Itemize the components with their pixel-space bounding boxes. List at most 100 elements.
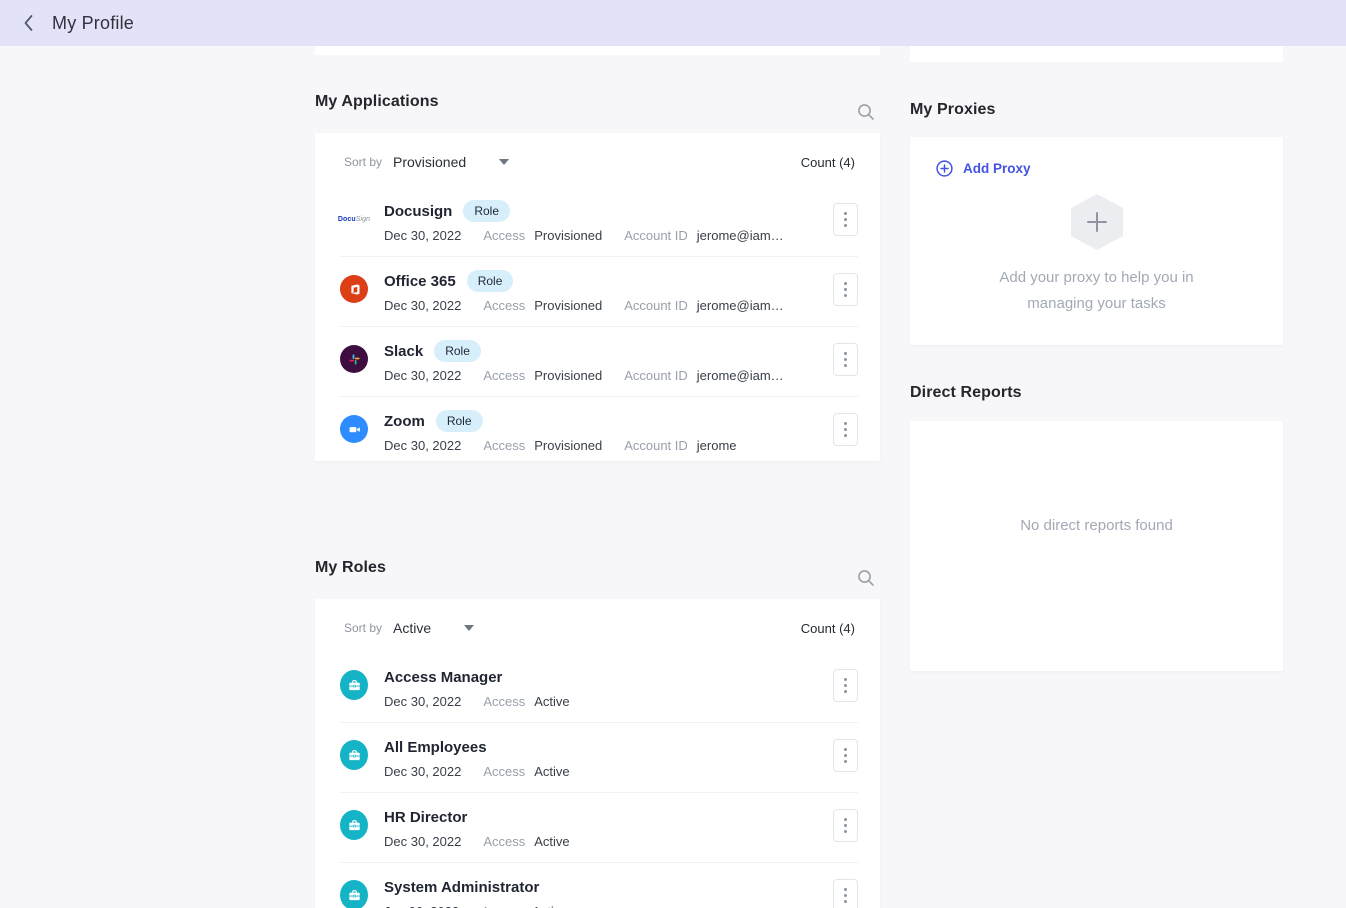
access-label: Access xyxy=(481,904,523,908)
role-name: System Administrator xyxy=(384,879,539,896)
role-badge: Role xyxy=(463,200,510,222)
account-id-value: jerome xyxy=(697,438,737,453)
role-briefcase-icon xyxy=(340,741,368,769)
role-row-access-manager[interactable]: Access Manager Dec 30, 2022 Access Activ… xyxy=(340,653,858,723)
account-id-label: Account ID xyxy=(624,438,688,453)
access-label: Access xyxy=(483,298,525,313)
access-value: Provisioned xyxy=(534,438,602,453)
application-name: Slack xyxy=(384,343,423,360)
application-meta: Dec 30, 2022 Access Provisioned Account … xyxy=(384,368,833,383)
row-menu-button[interactable] xyxy=(833,273,858,306)
hexagon-plus-icon xyxy=(1071,194,1123,250)
role-date: Dec 30, 2022 xyxy=(384,694,461,709)
access-value: Provisioned xyxy=(534,228,602,243)
row-menu-button[interactable] xyxy=(833,203,858,236)
access-label: Access xyxy=(483,764,525,779)
role-meta: Dec 30, 2022 Access Active xyxy=(384,834,833,849)
add-proxy-button[interactable]: Add Proxy xyxy=(910,137,1031,177)
roles-search-icon[interactable] xyxy=(857,569,875,587)
applications-card-header: Sort by Provisioned Count (4) xyxy=(315,133,880,187)
access-label: Access xyxy=(483,438,525,453)
page-title: My Profile xyxy=(52,13,134,34)
row-menu-button[interactable] xyxy=(833,739,858,772)
account-id-label: Account ID xyxy=(624,228,688,243)
zoom-logo-icon xyxy=(340,415,368,443)
roles-sort-dropdown[interactable]: Active xyxy=(393,620,431,636)
access-label: Access xyxy=(483,368,525,383)
role-badge: Role xyxy=(467,270,514,292)
role-meta: Dec 30, 2022 Access Active xyxy=(384,694,833,709)
applications-section-title: My Applications xyxy=(315,93,439,111)
application-meta: Dec 30, 2022 Access Provisioned Account … xyxy=(384,438,833,453)
account-id-label: Account ID xyxy=(624,298,688,313)
proxies-card: Add Proxy Add your proxy to help you in … xyxy=(910,137,1283,345)
proxy-empty-text: Add your proxy to help you in managing y… xyxy=(910,265,1283,317)
role-name: Access Manager xyxy=(384,669,502,686)
row-menu-button[interactable] xyxy=(833,879,858,908)
role-row-system-administrator[interactable]: System Administrator Jan 06, 2023 Access… xyxy=(340,863,858,908)
access-label: Access xyxy=(483,228,525,243)
office365-logo-icon xyxy=(340,275,368,303)
applications-search-icon[interactable] xyxy=(857,103,875,121)
row-menu-button[interactable] xyxy=(833,343,858,376)
provision-date: Dec 30, 2022 xyxy=(384,438,461,453)
row-menu-button[interactable] xyxy=(833,809,858,842)
application-row-office365[interactable]: Office 365 Role Dec 30, 2022 Access Prov… xyxy=(340,257,858,327)
my-profile-page: My Profile My Applications Sort by Provi… xyxy=(0,0,1346,908)
circle-plus-icon xyxy=(936,160,953,177)
access-value: Active xyxy=(534,764,569,779)
roles-card: Sort by Active Count (4) xyxy=(315,599,880,908)
roles-card-header: Sort by Active Count (4) xyxy=(315,599,880,653)
access-label: Access xyxy=(483,694,525,709)
direct-reports-section-title: Direct Reports xyxy=(910,384,1022,402)
direct-reports-card: No direct reports found xyxy=(910,421,1283,671)
provision-date: Dec 30, 2022 xyxy=(384,228,461,243)
chevron-left-icon xyxy=(23,14,34,32)
role-row-hr-director[interactable]: HR Director Dec 30, 2022 Access Active xyxy=(340,793,858,863)
account-id-value: jerome@iam… xyxy=(697,228,784,243)
access-value: Provisioned xyxy=(534,368,602,383)
application-row-slack[interactable]: Slack Role Dec 30, 2022 Access Provision… xyxy=(340,327,858,397)
role-briefcase-icon xyxy=(340,811,368,839)
applications-count: Count (4) xyxy=(801,155,855,170)
sort-by-label: Sort by xyxy=(344,155,382,169)
application-meta: Dec 30, 2022 Access Provisioned Account … xyxy=(384,228,833,243)
account-id-value: jerome@iam… xyxy=(697,368,784,383)
role-badge: Role xyxy=(434,340,481,362)
application-meta: Dec 30, 2022 Access Provisioned Account … xyxy=(384,298,833,313)
applications-card: Sort by Provisioned Count (4) DocuSign D… xyxy=(315,133,880,461)
applications-sort-dropdown[interactable]: Provisioned xyxy=(393,154,466,170)
row-menu-button[interactable] xyxy=(833,413,858,446)
chevron-down-icon[interactable] xyxy=(499,159,509,165)
role-date: Jan 06, 2023 xyxy=(384,904,459,908)
proxy-empty-illustration xyxy=(910,194,1283,250)
role-name: HR Director xyxy=(384,809,467,826)
application-row-zoom[interactable]: Zoom Role Dec 30, 2022 Access Provisione… xyxy=(340,397,858,466)
application-row-docusign[interactable]: DocuSign Docusign Role Dec 30, 2022 Acce… xyxy=(340,187,858,257)
account-id-label: Account ID xyxy=(624,368,688,383)
scrolled-card-edge-left xyxy=(315,46,880,55)
role-badge: Role xyxy=(436,410,483,432)
docusign-logo-icon: DocuSign xyxy=(340,205,368,233)
direct-reports-empty-text: No direct reports found xyxy=(1020,517,1173,534)
access-value: Active xyxy=(532,904,567,908)
chevron-down-icon[interactable] xyxy=(464,625,474,631)
top-bar: My Profile xyxy=(0,0,1346,46)
access-label: Access xyxy=(483,834,525,849)
scrolled-card-edge-right xyxy=(910,46,1283,62)
role-date: Dec 30, 2022 xyxy=(384,834,461,849)
applications-list: DocuSign Docusign Role Dec 30, 2022 Acce… xyxy=(315,187,880,466)
access-value: Active xyxy=(534,694,569,709)
row-menu-button[interactable] xyxy=(833,669,858,702)
role-row-all-employees[interactable]: All Employees Dec 30, 2022 Access Active xyxy=(340,723,858,793)
role-name: All Employees xyxy=(384,739,487,756)
back-button[interactable] xyxy=(19,10,38,36)
provision-date: Dec 30, 2022 xyxy=(384,368,461,383)
roles-list: Access Manager Dec 30, 2022 Access Activ… xyxy=(315,653,880,908)
access-value: Provisioned xyxy=(534,298,602,313)
sort-by-label: Sort by xyxy=(344,621,382,635)
role-meta: Dec 30, 2022 Access Active xyxy=(384,764,833,779)
role-briefcase-icon xyxy=(340,671,368,699)
account-id-value: jerome@iam… xyxy=(697,298,784,313)
role-meta: Jan 06, 2023 Access Active xyxy=(384,904,833,908)
